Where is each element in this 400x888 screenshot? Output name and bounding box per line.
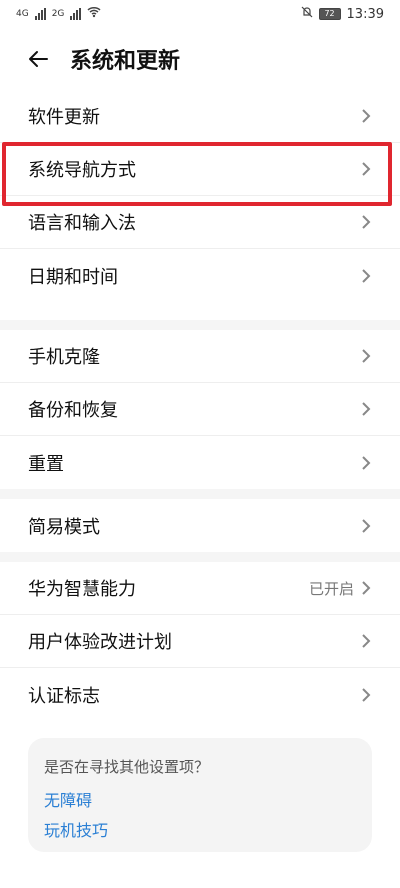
suggestion-card: 是否在寻找其他设置项？ 无障碍 玩机技巧 bbox=[28, 738, 372, 852]
settings-item-software-update[interactable]: 软件更新 bbox=[0, 90, 400, 143]
item-label: 软件更新 bbox=[28, 107, 100, 128]
settings-section-2: 手机克隆 备份和恢复 重置 bbox=[0, 330, 400, 489]
chevron-right-icon bbox=[362, 402, 371, 416]
signal-icon bbox=[34, 8, 46, 20]
settings-item-user-experience[interactable]: 用户体验改进计划 bbox=[0, 615, 400, 668]
status-right: 72 13:39 bbox=[301, 6, 384, 22]
section-divider bbox=[0, 320, 400, 330]
signal-icon-2 bbox=[70, 8, 82, 20]
link-tips[interactable]: 玩机技巧 bbox=[44, 817, 356, 841]
settings-section-4: 华为智慧能力 已开启 用户体验改进计划 认证标志 bbox=[0, 562, 400, 721]
item-label: 日期和时间 bbox=[28, 266, 118, 288]
battery-icon: 72 bbox=[318, 8, 341, 20]
chevron-right-icon bbox=[362, 109, 371, 123]
back-arrow-icon bbox=[29, 51, 48, 67]
chevron-right-icon bbox=[362, 581, 371, 595]
card-question: 是否在寻找其他设置项？ bbox=[44, 758, 210, 776]
network-label-1: 4G bbox=[16, 9, 29, 19]
status-bar: 4G 2G 72 13:39 bbox=[0, 0, 400, 28]
section-divider bbox=[0, 552, 400, 562]
chevron-right-icon bbox=[362, 215, 371, 229]
chevron-right-icon bbox=[362, 634, 371, 648]
settings-item-reset[interactable]: 重置 bbox=[0, 436, 400, 489]
item-label: 语言和输入法 bbox=[28, 213, 136, 234]
wifi-icon bbox=[87, 6, 101, 22]
settings-item-backup-restore[interactable]: 备份和恢复 bbox=[0, 383, 400, 436]
item-label: 备份和恢复 bbox=[28, 400, 118, 421]
section-divider bbox=[0, 489, 400, 499]
settings-item-date-time[interactable]: 日期和时间 bbox=[0, 249, 400, 302]
settings-section-3: 简易模式 bbox=[0, 499, 400, 552]
settings-item-phone-clone[interactable]: 手机克隆 bbox=[0, 330, 400, 383]
item-label: 重置 bbox=[28, 453, 64, 475]
network-label-2: 2G bbox=[51, 9, 65, 19]
chevron-right-icon bbox=[362, 518, 371, 533]
settings-item-simple-mode[interactable]: 简易模式 bbox=[0, 499, 400, 552]
clock: 13:39 bbox=[346, 6, 384, 22]
settings-item-huawei-ai[interactable]: 华为智慧能力 已开启 bbox=[0, 562, 400, 615]
status-left: 4G 2G bbox=[16, 6, 101, 22]
chevron-right-icon bbox=[362, 349, 371, 363]
item-label: 华为智慧能力 bbox=[28, 579, 136, 600]
link-accessibility[interactable]: 无障碍 bbox=[44, 787, 356, 811]
back-button[interactable] bbox=[12, 36, 64, 82]
item-label: 手机克隆 bbox=[28, 347, 100, 368]
chevron-right-icon bbox=[362, 455, 371, 470]
page-title: 系统和更新 bbox=[70, 49, 181, 74]
item-label: 认证标志 bbox=[28, 685, 100, 707]
item-label: 用户体验改进计划 bbox=[28, 632, 172, 653]
item-value: 已开启 bbox=[308, 579, 354, 598]
highlight-box bbox=[2, 142, 392, 206]
item-label: 简易模式 bbox=[28, 516, 100, 538]
chevron-right-icon bbox=[362, 687, 371, 702]
mute-icon bbox=[301, 6, 313, 22]
settings-item-certification[interactable]: 认证标志 bbox=[0, 668, 400, 721]
chevron-right-icon bbox=[362, 268, 371, 283]
app-header: 系统和更新 bbox=[0, 36, 400, 82]
